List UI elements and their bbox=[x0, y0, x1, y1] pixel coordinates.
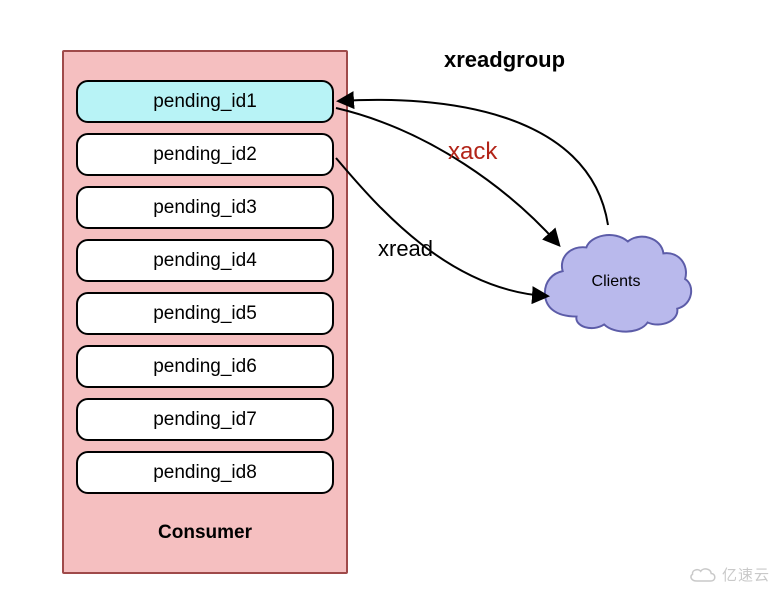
label-xack: xack bbox=[448, 138, 497, 166]
arrow-xread bbox=[336, 158, 546, 296]
pending-id-4: pending_id4 bbox=[76, 239, 334, 282]
consumer-panel: pending_id1 pending_id2 pending_id3 pend… bbox=[62, 50, 348, 574]
pending-id-label: pending_id2 bbox=[153, 144, 257, 166]
label-xreadgroup: xreadgroup bbox=[444, 47, 565, 73]
pending-id-1: pending_id1 bbox=[76, 80, 334, 123]
arrow-xack bbox=[336, 108, 558, 244]
watermark-text: 亿速云 bbox=[722, 564, 770, 585]
pending-id-3: pending_id3 bbox=[76, 186, 334, 229]
clients-cloud: Clients bbox=[537, 227, 695, 337]
pending-id-label: pending_id8 bbox=[153, 462, 257, 484]
pending-id-6: pending_id6 bbox=[76, 345, 334, 388]
pending-id-label: pending_id7 bbox=[153, 409, 257, 431]
consumer-title: Consumer bbox=[64, 522, 346, 544]
cloud-logo-icon bbox=[688, 566, 718, 584]
pending-id-8: pending_id8 bbox=[76, 451, 334, 494]
watermark: 亿速云 bbox=[688, 564, 770, 585]
pending-id-label: pending_id3 bbox=[153, 197, 257, 219]
pending-id-7: pending_id7 bbox=[76, 398, 334, 441]
pending-id-label: pending_id5 bbox=[153, 303, 257, 325]
pending-id-2: pending_id2 bbox=[76, 133, 334, 176]
pending-id-5: pending_id5 bbox=[76, 292, 334, 335]
label-xread: xread bbox=[378, 236, 433, 262]
pending-id-label: pending_id6 bbox=[153, 356, 257, 378]
pending-id-label: pending_id4 bbox=[153, 250, 257, 272]
pending-id-label: pending_id1 bbox=[153, 91, 257, 113]
cloud-icon bbox=[537, 227, 695, 337]
